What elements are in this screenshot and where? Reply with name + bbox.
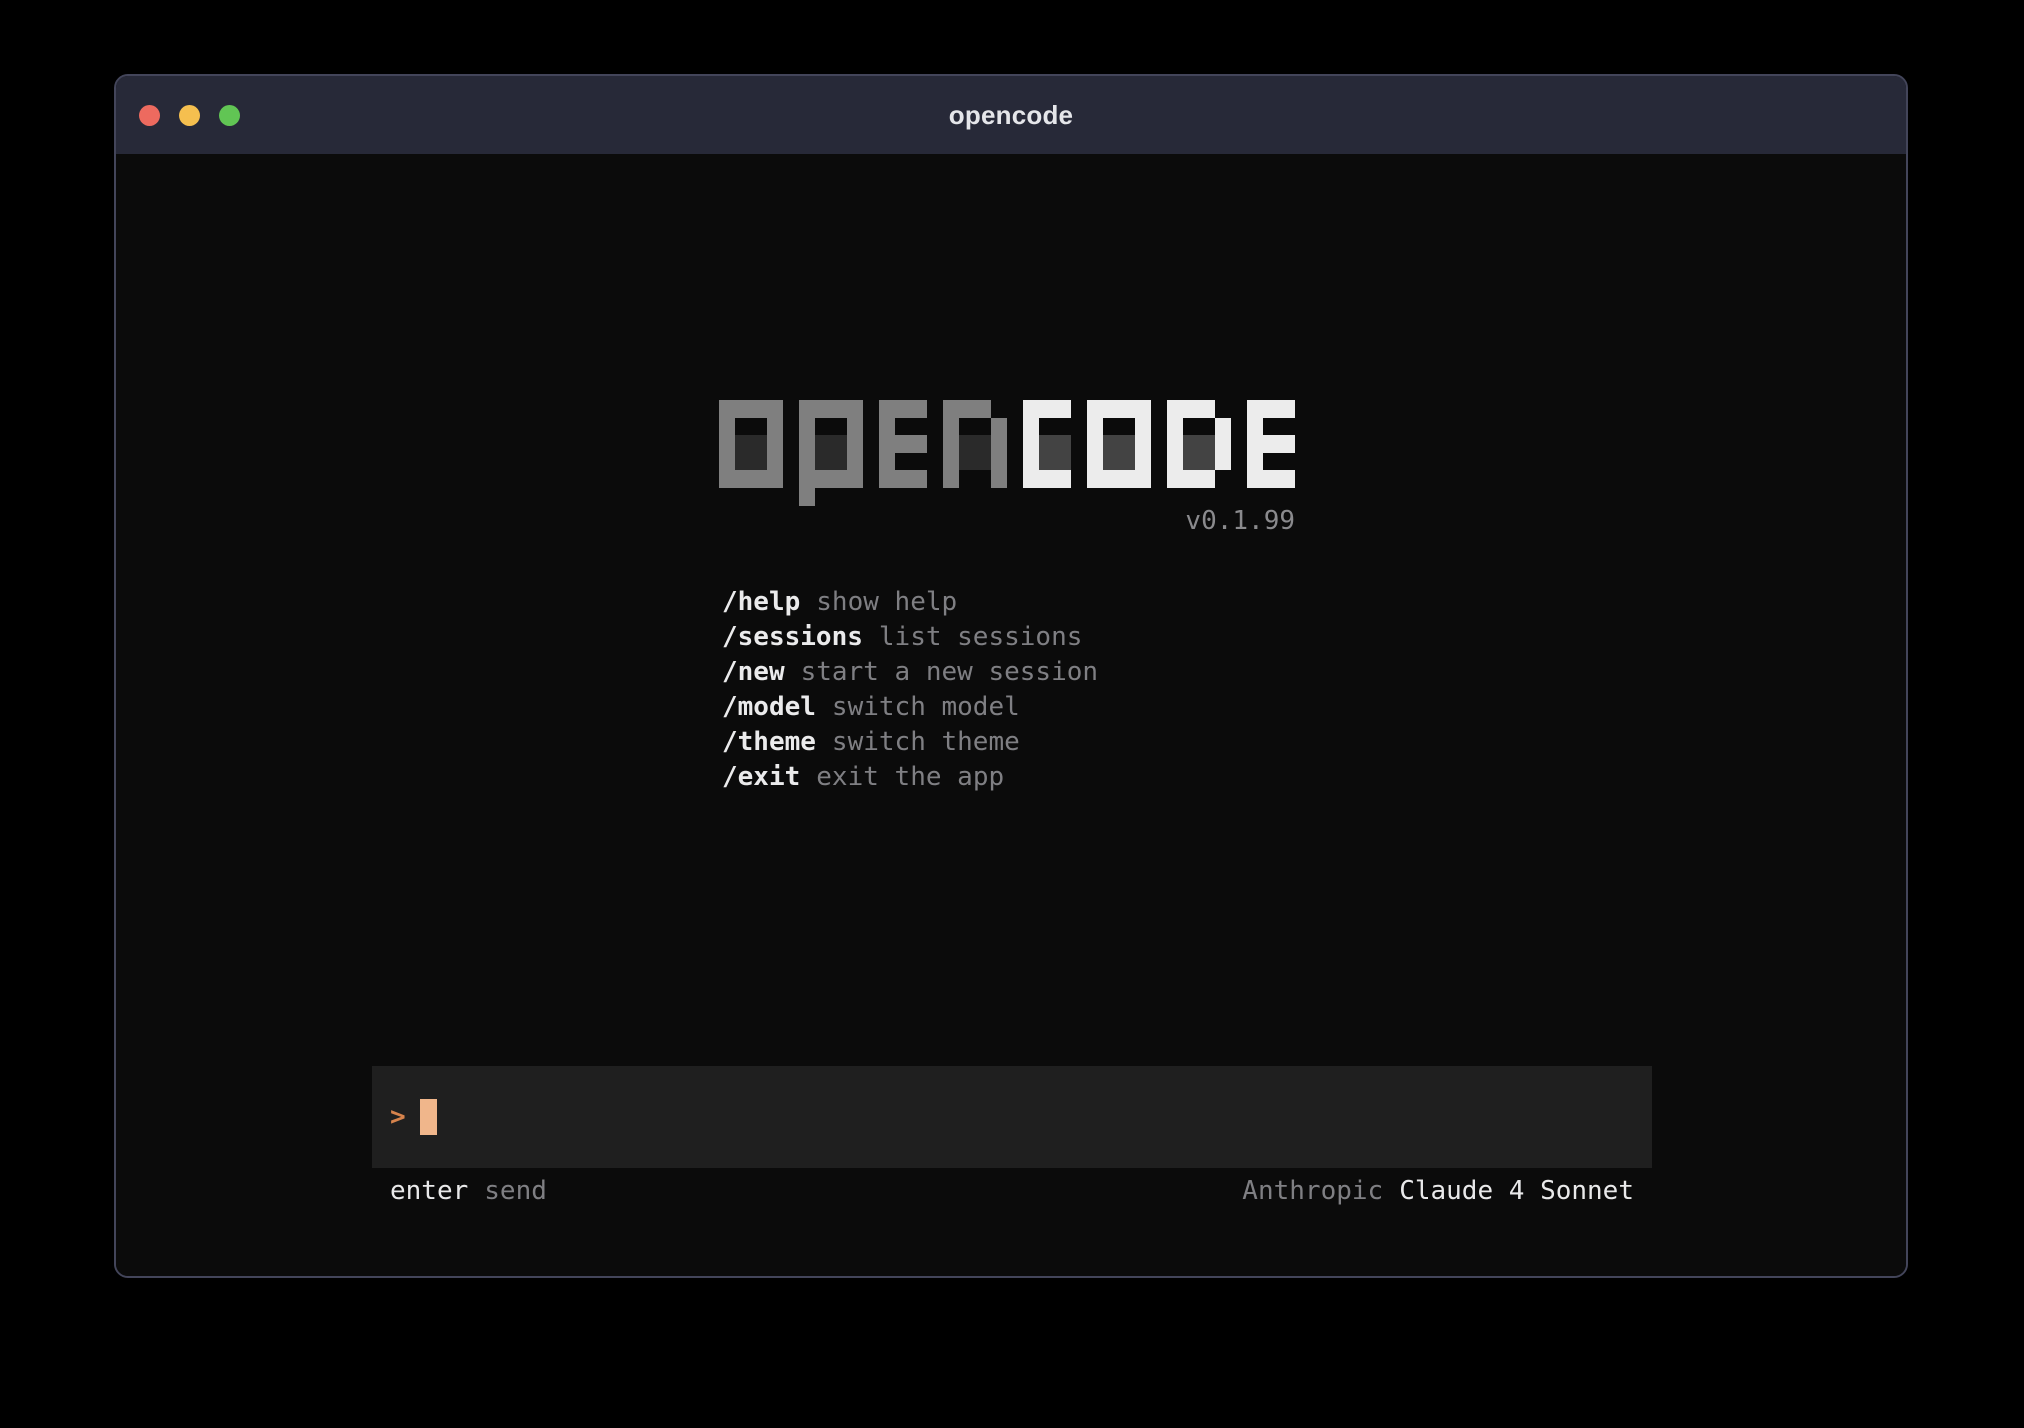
logo-letter-o xyxy=(1087,400,1151,488)
model-name: Claude 4 Sonnet xyxy=(1399,1176,1634,1206)
command-name: /help xyxy=(722,585,800,620)
window-controls xyxy=(139,76,240,154)
model-indicator[interactable]: Anthropic Claude 4 Sonnet xyxy=(1242,1176,1634,1207)
version-label: v0.1.99 xyxy=(719,506,1295,536)
logo-letter-o xyxy=(719,400,783,488)
logo-letter-d xyxy=(1167,400,1231,488)
command-row: /theme switch theme xyxy=(722,725,1098,760)
maximize-button[interactable] xyxy=(219,105,240,126)
terminal-content: v0.1.99 /help show help/sessions list sess… xyxy=(116,154,1906,1276)
command-row: /sessions list sessions xyxy=(722,620,1098,655)
key-hint: enter send xyxy=(390,1176,547,1207)
logo-letter-n xyxy=(943,400,1007,488)
command-description: exit the app xyxy=(816,760,1004,795)
prompt-input[interactable]: > xyxy=(372,1066,1652,1168)
prompt-symbol: > xyxy=(390,1102,406,1132)
command-description: start a new session xyxy=(801,655,1098,690)
command-description: switch theme xyxy=(832,725,1020,760)
command-description: list sessions xyxy=(879,620,1083,655)
logo-letter-e xyxy=(1247,400,1295,488)
close-button[interactable] xyxy=(139,105,160,126)
command-name: /new xyxy=(722,655,785,690)
command-row: /model switch model xyxy=(722,690,1098,725)
minimize-button[interactable] xyxy=(179,105,200,126)
logo-wordmark xyxy=(719,400,1295,506)
app-window: opencode v0.1.99 /help show help/sessions… xyxy=(114,74,1908,1278)
model-provider: Anthropic xyxy=(1242,1176,1383,1206)
window-title: opencode xyxy=(949,100,1073,131)
logo-letter-c xyxy=(1023,400,1071,488)
window-titlebar[interactable]: opencode xyxy=(116,76,1906,154)
command-description: show help xyxy=(816,585,957,620)
command-description: switch model xyxy=(832,690,1020,725)
command-row: /exit exit the app xyxy=(722,760,1098,795)
logo-letter-p xyxy=(799,400,863,506)
command-row: /help show help xyxy=(722,585,1098,620)
key-hint-key: enter xyxy=(390,1176,468,1206)
command-name: /model xyxy=(722,690,816,725)
command-name: /sessions xyxy=(722,620,863,655)
command-name: /theme xyxy=(722,725,816,760)
command-row: /new start a new session xyxy=(722,655,1098,690)
command-list: /help show help/sessions list sessions/new… xyxy=(722,585,1098,795)
opencode-logo: v0.1.99 xyxy=(719,400,1295,506)
logo-letter-e xyxy=(879,400,927,488)
text-cursor xyxy=(420,1099,437,1135)
command-name: /exit xyxy=(722,760,800,795)
key-hint-action: send xyxy=(484,1176,547,1206)
status-bar: enter send Anthropic Claude 4 Sonnet xyxy=(372,1176,1652,1207)
